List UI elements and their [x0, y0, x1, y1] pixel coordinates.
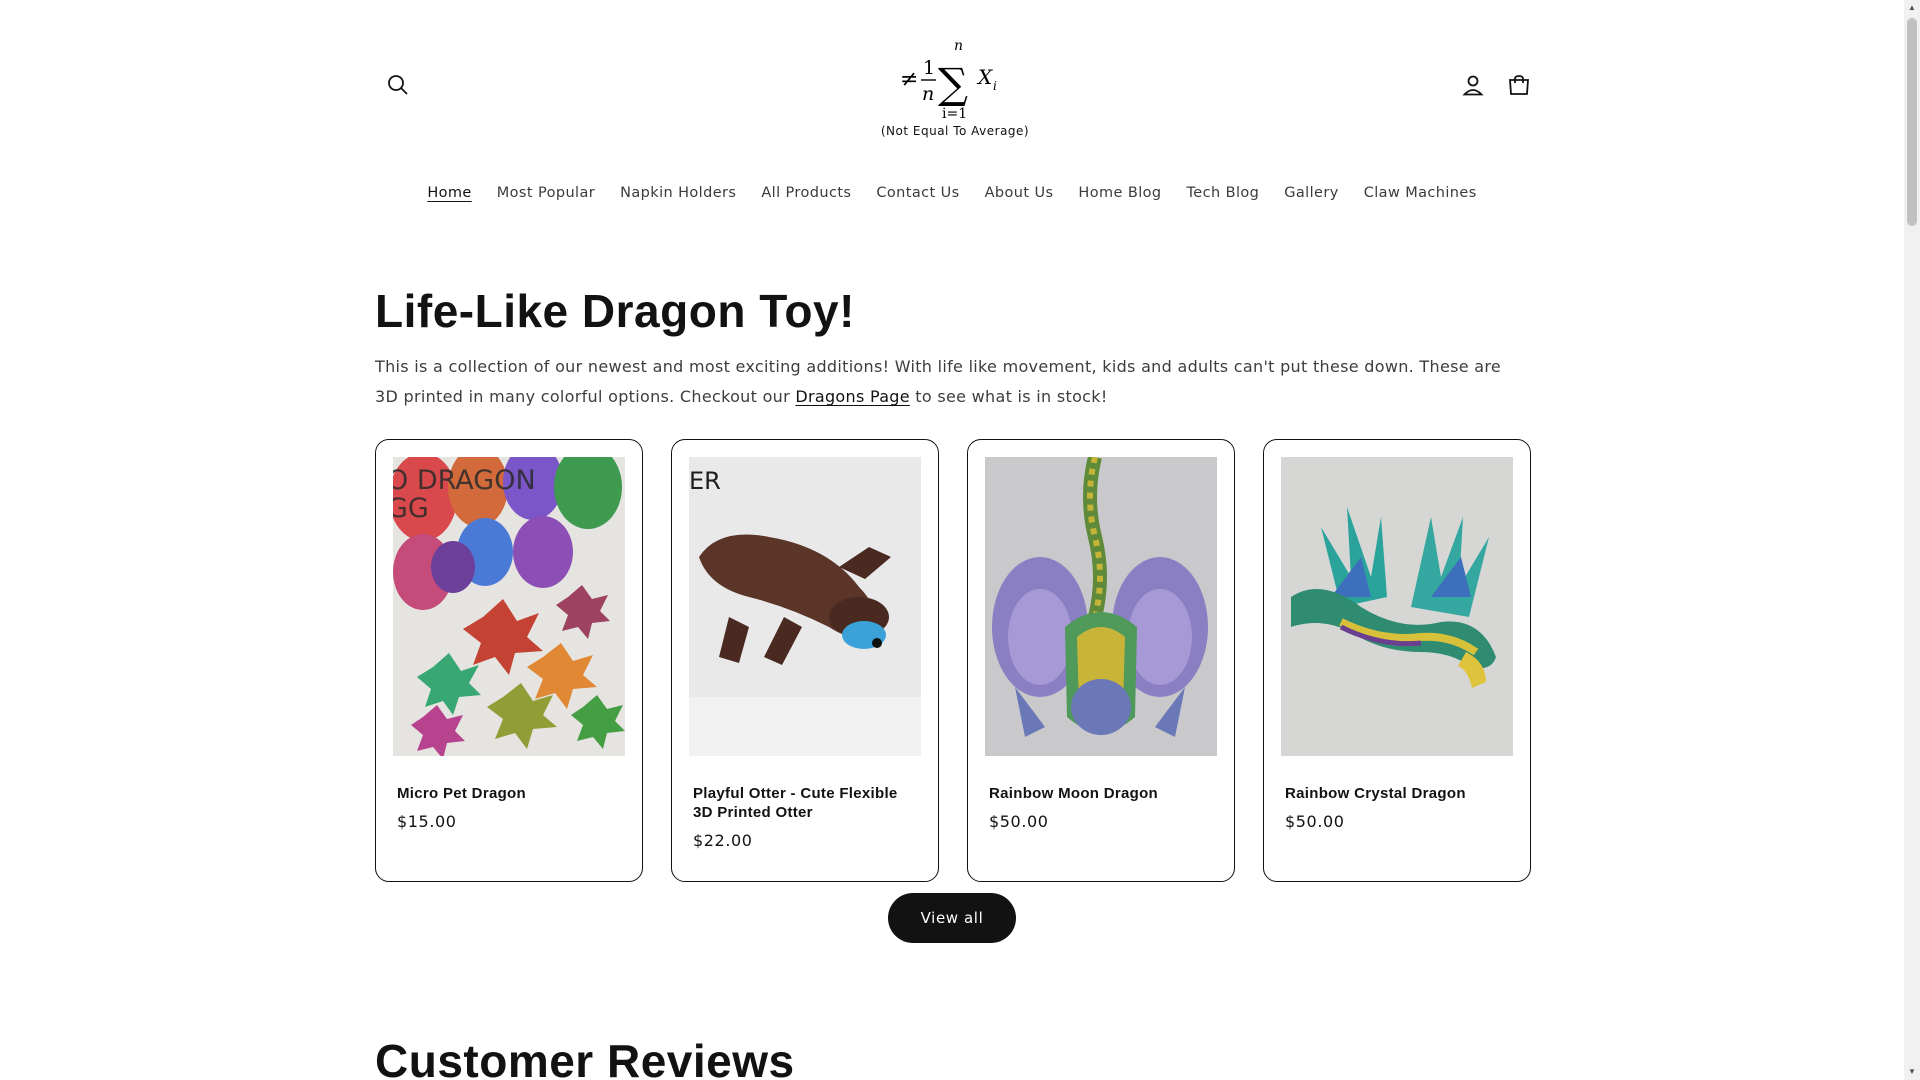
svg-text:ER: ER	[689, 467, 721, 495]
nav-item-contact-us[interactable]: Contact Us	[864, 180, 972, 210]
svg-text:∑: ∑	[938, 59, 968, 108]
scroll-down-arrow-icon[interactable]: ▼	[1904, 1064, 1920, 1080]
nav-item-claw-machines[interactable]: Claw Machines	[1351, 180, 1489, 210]
collection-title: Life-Like Dragon Toy!	[375, 285, 855, 337]
nav-item-all-products[interactable]: All Products	[749, 180, 864, 210]
dragons-page-link[interactable]: Dragons Page	[795, 387, 910, 406]
scroll-up-arrow-icon[interactable]: ▲	[1904, 0, 1920, 16]
product-title[interactable]: Micro Pet Dragon	[397, 784, 623, 803]
scroll-thumb[interactable]	[1907, 18, 1917, 226]
product-price: $15.00	[397, 812, 457, 831]
product-image: ER	[689, 457, 921, 756]
product-card[interactable]: O DRAGON GG Micro Pet Dragon $15.00	[375, 439, 643, 882]
product-grid: O DRAGON GG Micro Pet Dragon $15.00 ER P…	[375, 439, 1531, 882]
nav-item-napkin-holders[interactable]: Napkin Holders	[608, 180, 749, 210]
site-logo[interactable]: ≠ 1 n n ∑ i=1 X i (Not Equal To Average)	[880, 28, 1030, 146]
product-title[interactable]: Rainbow Moon Dragon	[989, 784, 1215, 803]
nav-item-gallery[interactable]: Gallery	[1272, 180, 1351, 210]
product-title[interactable]: Rainbow Crystal Dragon	[1285, 784, 1511, 803]
account-icon	[1462, 75, 1484, 96]
logo-caption: (Not Equal To Average)	[880, 124, 1030, 138]
collection-description: This is a collection of our newest and m…	[375, 352, 1525, 412]
search-button[interactable]	[376, 63, 420, 107]
site-header: ≠ 1 n n ∑ i=1 X i (Not Equal To Average)	[0, 0, 1904, 160]
nav-item-home[interactable]: Home	[415, 180, 484, 210]
svg-text:X: X	[976, 65, 993, 89]
product-price: $50.00	[989, 812, 1049, 831]
product-image-rainbow-crystal-dragon[interactable]	[1281, 457, 1513, 756]
main-nav: Home Most Popular Napkin Holders All Pro…	[0, 180, 1904, 210]
description-text-end: to see what is in stock!	[909, 387, 1108, 406]
product-image: O DRAGON GG	[393, 457, 625, 756]
product-image	[985, 457, 1217, 756]
logo-formula: ≠ 1 n n ∑ i=1 X i	[900, 38, 997, 122]
account-button[interactable]	[1451, 63, 1495, 107]
image-overlay-text: O DRAGON	[393, 465, 536, 496]
product-image-rainbow-moon-dragon[interactable]	[985, 457, 1217, 756]
svg-text:i: i	[993, 79, 997, 93]
search-icon	[388, 75, 408, 95]
product-image-playful-otter[interactable]: ER	[689, 457, 921, 756]
product-card[interactable]: ER Playful Otter - Cute Flexible 3D Prin…	[671, 439, 939, 882]
cart-icon	[1509, 75, 1529, 95]
svg-text:1: 1	[923, 57, 935, 79]
product-image-micro-pet-dragon[interactable]: O DRAGON GG	[393, 457, 625, 756]
svg-text:i=1: i=1	[942, 106, 967, 122]
cart-button[interactable]	[1497, 63, 1541, 107]
nav-item-about-us[interactable]: About Us	[972, 180, 1066, 210]
product-card[interactable]: Rainbow Moon Dragon $50.00	[967, 439, 1235, 882]
nav-item-home-blog[interactable]: Home Blog	[1066, 180, 1174, 210]
svg-text:n: n	[922, 83, 934, 105]
nav-item-tech-blog[interactable]: Tech Blog	[1174, 180, 1272, 210]
view-all-button[interactable]: View all	[888, 893, 1016, 943]
reviews-title: Customer Reviews	[375, 1035, 795, 1080]
product-price: $50.00	[1285, 812, 1345, 831]
svg-text:GG: GG	[393, 493, 429, 524]
product-price: $22.00	[693, 831, 753, 850]
product-image	[1281, 457, 1513, 756]
product-title[interactable]: Playful Otter - Cute Flexible 3D Printed…	[693, 784, 919, 822]
product-card[interactable]: Rainbow Crystal Dragon $50.00	[1263, 439, 1531, 882]
nav-item-most-popular[interactable]: Most Popular	[484, 180, 607, 210]
page-scrollbar[interactable]: ▲ ▼	[1904, 0, 1920, 1080]
svg-text:n: n	[954, 38, 963, 54]
svg-text:≠: ≠	[900, 67, 918, 92]
